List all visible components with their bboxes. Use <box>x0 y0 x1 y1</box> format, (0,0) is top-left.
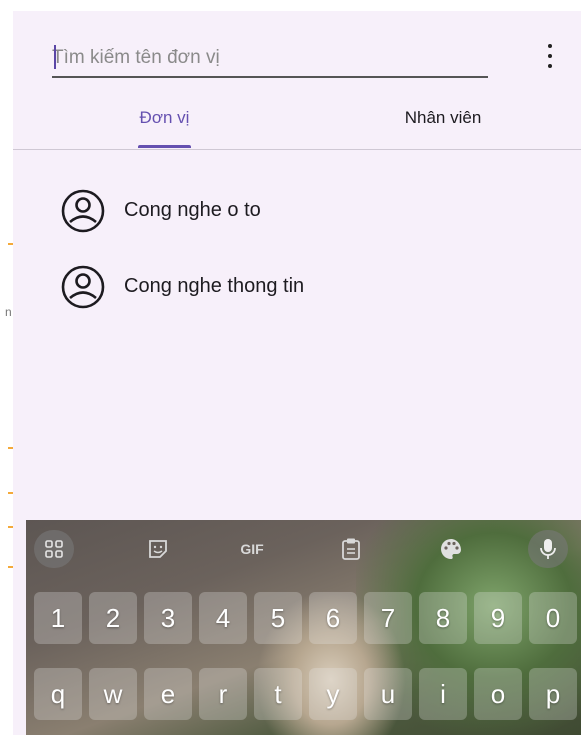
key-u[interactable]: u <box>364 668 412 720</box>
key-1[interactable]: 1 <box>34 592 82 644</box>
key-3[interactable]: 3 <box>144 592 192 644</box>
key-2[interactable]: 2 <box>89 592 137 644</box>
key-w[interactable]: w <box>89 668 137 720</box>
palette-icon[interactable] <box>431 530 471 568</box>
key-5[interactable]: 5 <box>254 592 302 644</box>
key-q[interactable]: q <box>34 668 82 720</box>
key-0[interactable]: 0 <box>529 592 577 644</box>
search-field[interactable] <box>52 41 488 78</box>
key-8[interactable]: 8 <box>419 592 467 644</box>
unit-name: Cong nghe o to <box>124 199 261 221</box>
background-page-edge: n <box>0 0 14 735</box>
key-i[interactable]: i <box>419 668 467 720</box>
account-circle-icon <box>61 265 105 309</box>
tab-nhan-vien[interactable]: Nhân viên <box>383 101 503 149</box>
search-input[interactable] <box>52 41 482 74</box>
key-p[interactable]: p <box>529 668 577 720</box>
unit-name: Cong nghe thong tin <box>124 275 305 297</box>
key-e[interactable]: e <box>144 668 192 720</box>
on-screen-keyboard: GIF 1 2 3 4 5 6 7 8 9 0 q w e r t y u i … <box>26 520 581 735</box>
text-cursor <box>54 45 56 69</box>
apps-grid-icon[interactable] <box>34 530 74 568</box>
key-9[interactable]: 9 <box>474 592 522 644</box>
key-y[interactable]: y <box>309 668 357 720</box>
key-4[interactable]: 4 <box>199 592 247 644</box>
edge-text: n <box>5 305 12 319</box>
microphone-icon[interactable] <box>528 530 568 568</box>
clipboard-icon[interactable] <box>331 530 371 568</box>
gif-button[interactable]: GIF <box>232 530 272 568</box>
tab-don-vi[interactable]: Đơn vị <box>118 101 211 149</box>
list-item[interactable]: Cong nghe o to <box>13 181 581 241</box>
account-circle-icon <box>61 189 105 233</box>
tab-bar: Đơn vị Nhân viên <box>13 101 581 150</box>
list-item[interactable]: Cong nghe thong tin <box>13 257 581 317</box>
key-r[interactable]: r <box>199 668 247 720</box>
active-tab-indicator <box>138 145 191 148</box>
keyboard-toolbar: GIF <box>26 520 581 578</box>
key-7[interactable]: 7 <box>364 592 412 644</box>
key-t[interactable]: t <box>254 668 302 720</box>
sticker-icon[interactable] <box>138 530 178 568</box>
key-o[interactable]: o <box>474 668 522 720</box>
key-6[interactable]: 6 <box>309 592 357 644</box>
more-options-icon[interactable] <box>538 39 562 73</box>
